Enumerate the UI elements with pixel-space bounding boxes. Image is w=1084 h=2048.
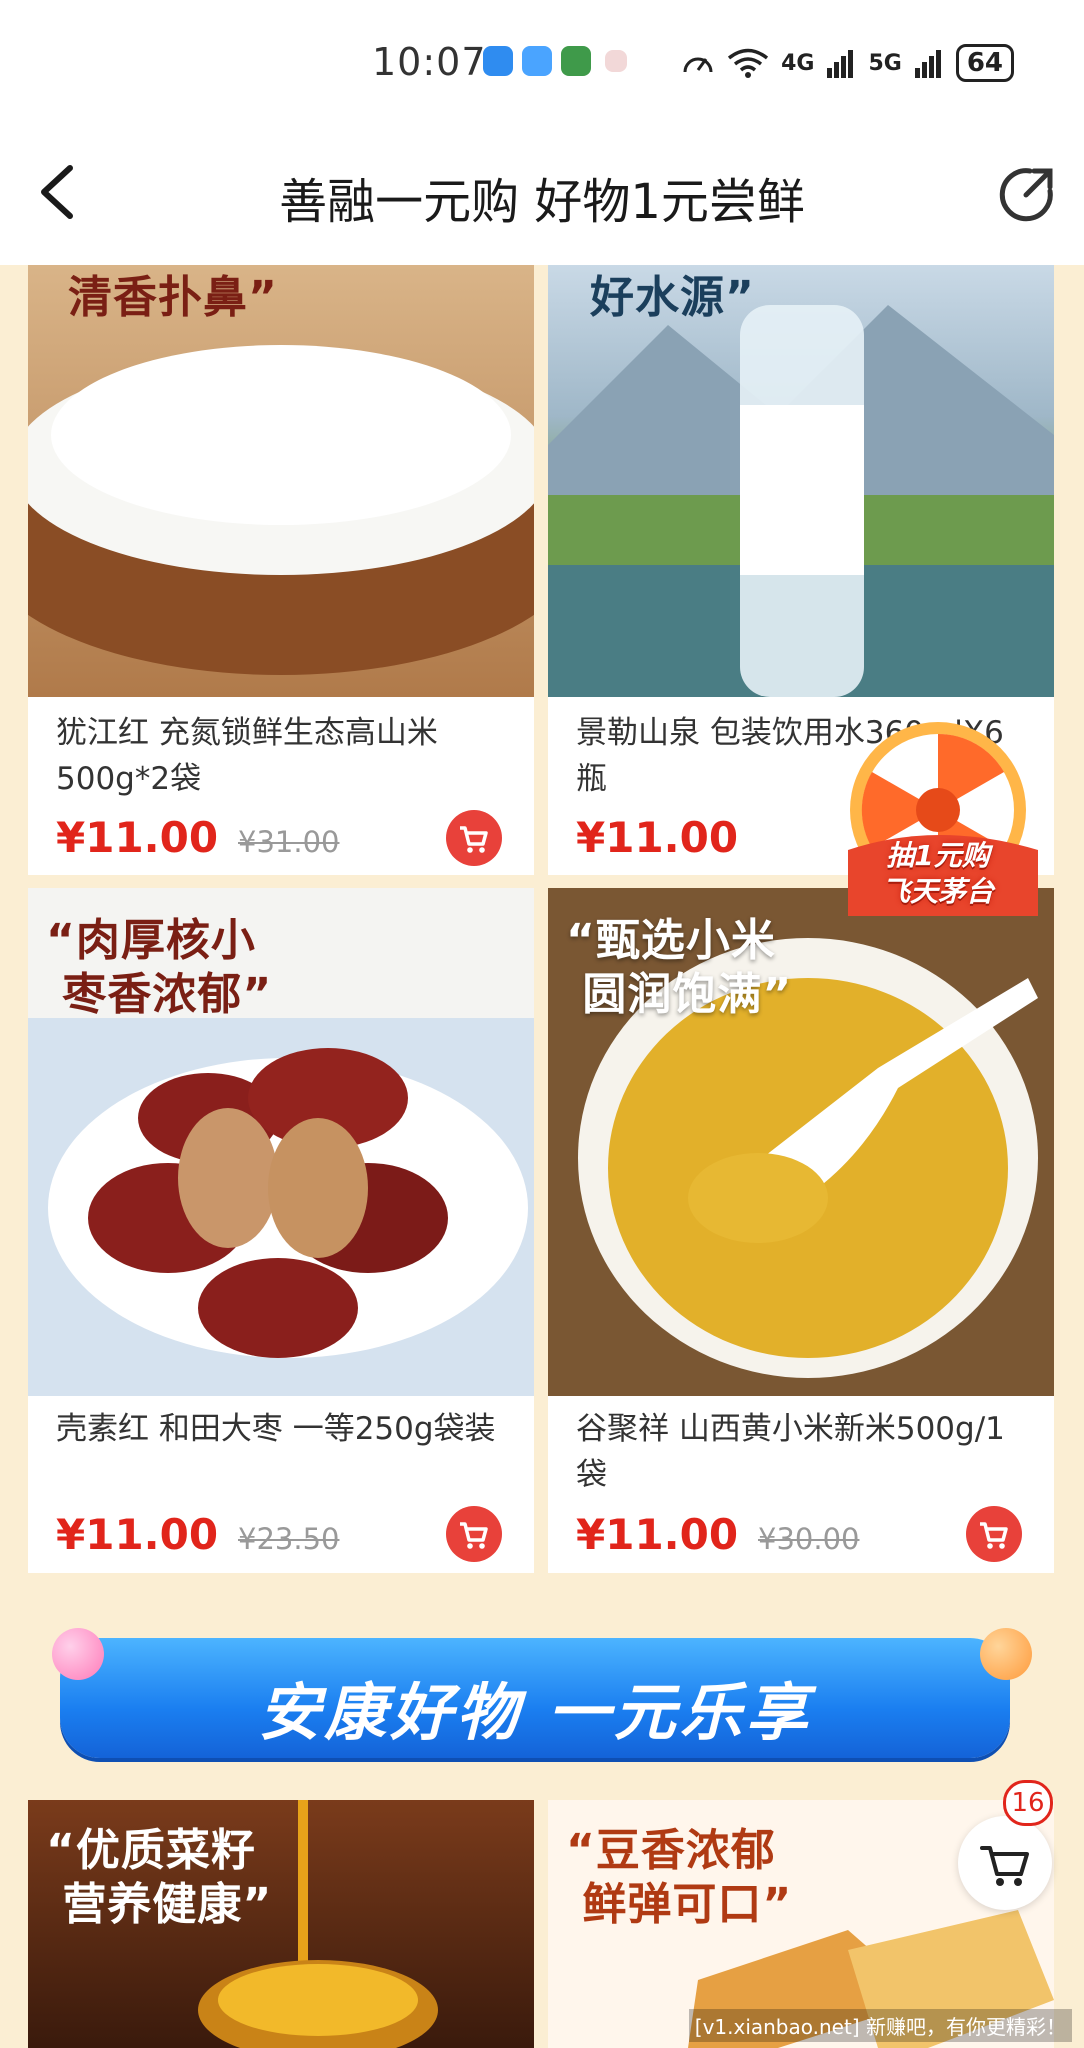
product-name: 犹江红 充氮锁鲜生态高山米500g*2袋 — [56, 715, 438, 797]
product-image: “优质菜籽 营养健康” — [28, 1800, 534, 2048]
balloon-decoration — [980, 1628, 1032, 1680]
add-to-cart-button[interactable] — [446, 810, 502, 866]
status-right: 4G 5G 64 — [681, 44, 1014, 82]
product-card[interactable]: “肉厚核小 枣香浓郁” 壳素红 和田大枣 一等250g袋装 ¥11.00 ¥23… — [28, 888, 534, 1573]
product-name: 壳素红 和田大枣 一等250g袋装 — [56, 1411, 496, 1447]
product-slogan: “豆香浓郁 鲜弹可口” — [566, 1825, 793, 1930]
status-time: 10:07 — [372, 40, 487, 84]
product-price: ¥11.00 — [576, 1510, 739, 1559]
promo-banner[interactable]: 安康好物 一元乐享 — [60, 1638, 1010, 1758]
product-slogan: “肉厚核小 枣香浓郁” — [46, 915, 273, 1020]
product-card[interactable]: “甄选小米 圆润饱满” 谷聚祥 山西黄小米新米500g/1袋 ¥11.00 ¥3… — [548, 888, 1054, 1573]
signal-icon — [827, 50, 854, 78]
status-bar: 10:07 4G 5G 64 — [0, 0, 1084, 130]
product-card[interactable]: “优质菜籽 营养健康” — [28, 1800, 534, 2048]
cart-icon — [980, 1846, 1029, 1886]
signal-icon — [914, 50, 941, 78]
message-app-icon — [483, 46, 513, 76]
add-to-cart-button[interactable] — [966, 1506, 1022, 1562]
product-price: ¥11.00 — [56, 813, 219, 862]
product-original-price: ¥23.50 — [238, 1522, 340, 1556]
game-app-icon — [561, 46, 591, 76]
cart-count-badge: 16 — [1003, 1780, 1053, 1826]
wifi-icon — [727, 48, 769, 78]
nav-header: 善融一元购 好物1元尝鲜 — [0, 130, 1084, 265]
network-5g-label: 5G — [868, 50, 902, 76]
network-4g-label: 4G — [781, 50, 815, 76]
product-card[interactable]: 清香扑鼻” 犹江红 充氮锁鲜生态高山米500g*2袋 ¥11.00 ¥31.00 — [28, 265, 534, 875]
page-title: 善融一元购 好物1元尝鲜 — [279, 174, 805, 230]
balloon-decoration — [52, 1628, 104, 1680]
cart-icon — [460, 1522, 488, 1549]
product-original-price: ¥30.00 — [758, 1522, 860, 1556]
product-slogan: 清香扑鼻” — [68, 272, 278, 323]
product-slogan: “优质菜籽 营养健康” — [46, 1825, 273, 1930]
calendar-app-icon — [605, 50, 627, 72]
product-slogan: “甄选小米 圆润饱满” — [566, 915, 793, 1020]
cloud-app-icon — [522, 46, 552, 76]
product-image: “甄选小米 圆润饱满” — [548, 888, 1054, 1396]
add-to-cart-button[interactable] — [446, 1506, 502, 1562]
share-button[interactable] — [996, 165, 1056, 225]
product-price: ¥11.00 — [576, 813, 739, 862]
speed-icon — [683, 57, 713, 73]
floating-cart-button[interactable] — [958, 1816, 1052, 1910]
battery-indicator: 64 — [955, 44, 1014, 82]
product-image: 清香扑鼻” — [28, 265, 534, 697]
share-icon — [999, 168, 1053, 222]
banner-title: 安康好物 一元乐享 — [258, 1676, 812, 1749]
product-name: 谷聚祥 山西黄小米新米500g/1袋 — [576, 1411, 1005, 1493]
product-original-price: ¥31.00 — [238, 825, 340, 859]
lottery-label-line1: 抽1元购 — [886, 839, 990, 872]
cart-icon — [460, 826, 488, 853]
lottery-label: 抽1元购 飞天茅台 — [838, 838, 1038, 910]
cart-icon — [980, 1522, 1008, 1549]
lottery-label-line2: 飞天茅台 — [881, 875, 994, 908]
product-image: 好水源” — [548, 265, 1054, 697]
product-image: “肉厚核小 枣香浓郁” — [28, 888, 534, 1396]
watermark: [v1.xianbao.net] 新赚吧，有你更精彩！ — [688, 2009, 1072, 2042]
product-price: ¥11.00 — [56, 1510, 219, 1559]
product-slogan: 好水源” — [590, 272, 755, 323]
